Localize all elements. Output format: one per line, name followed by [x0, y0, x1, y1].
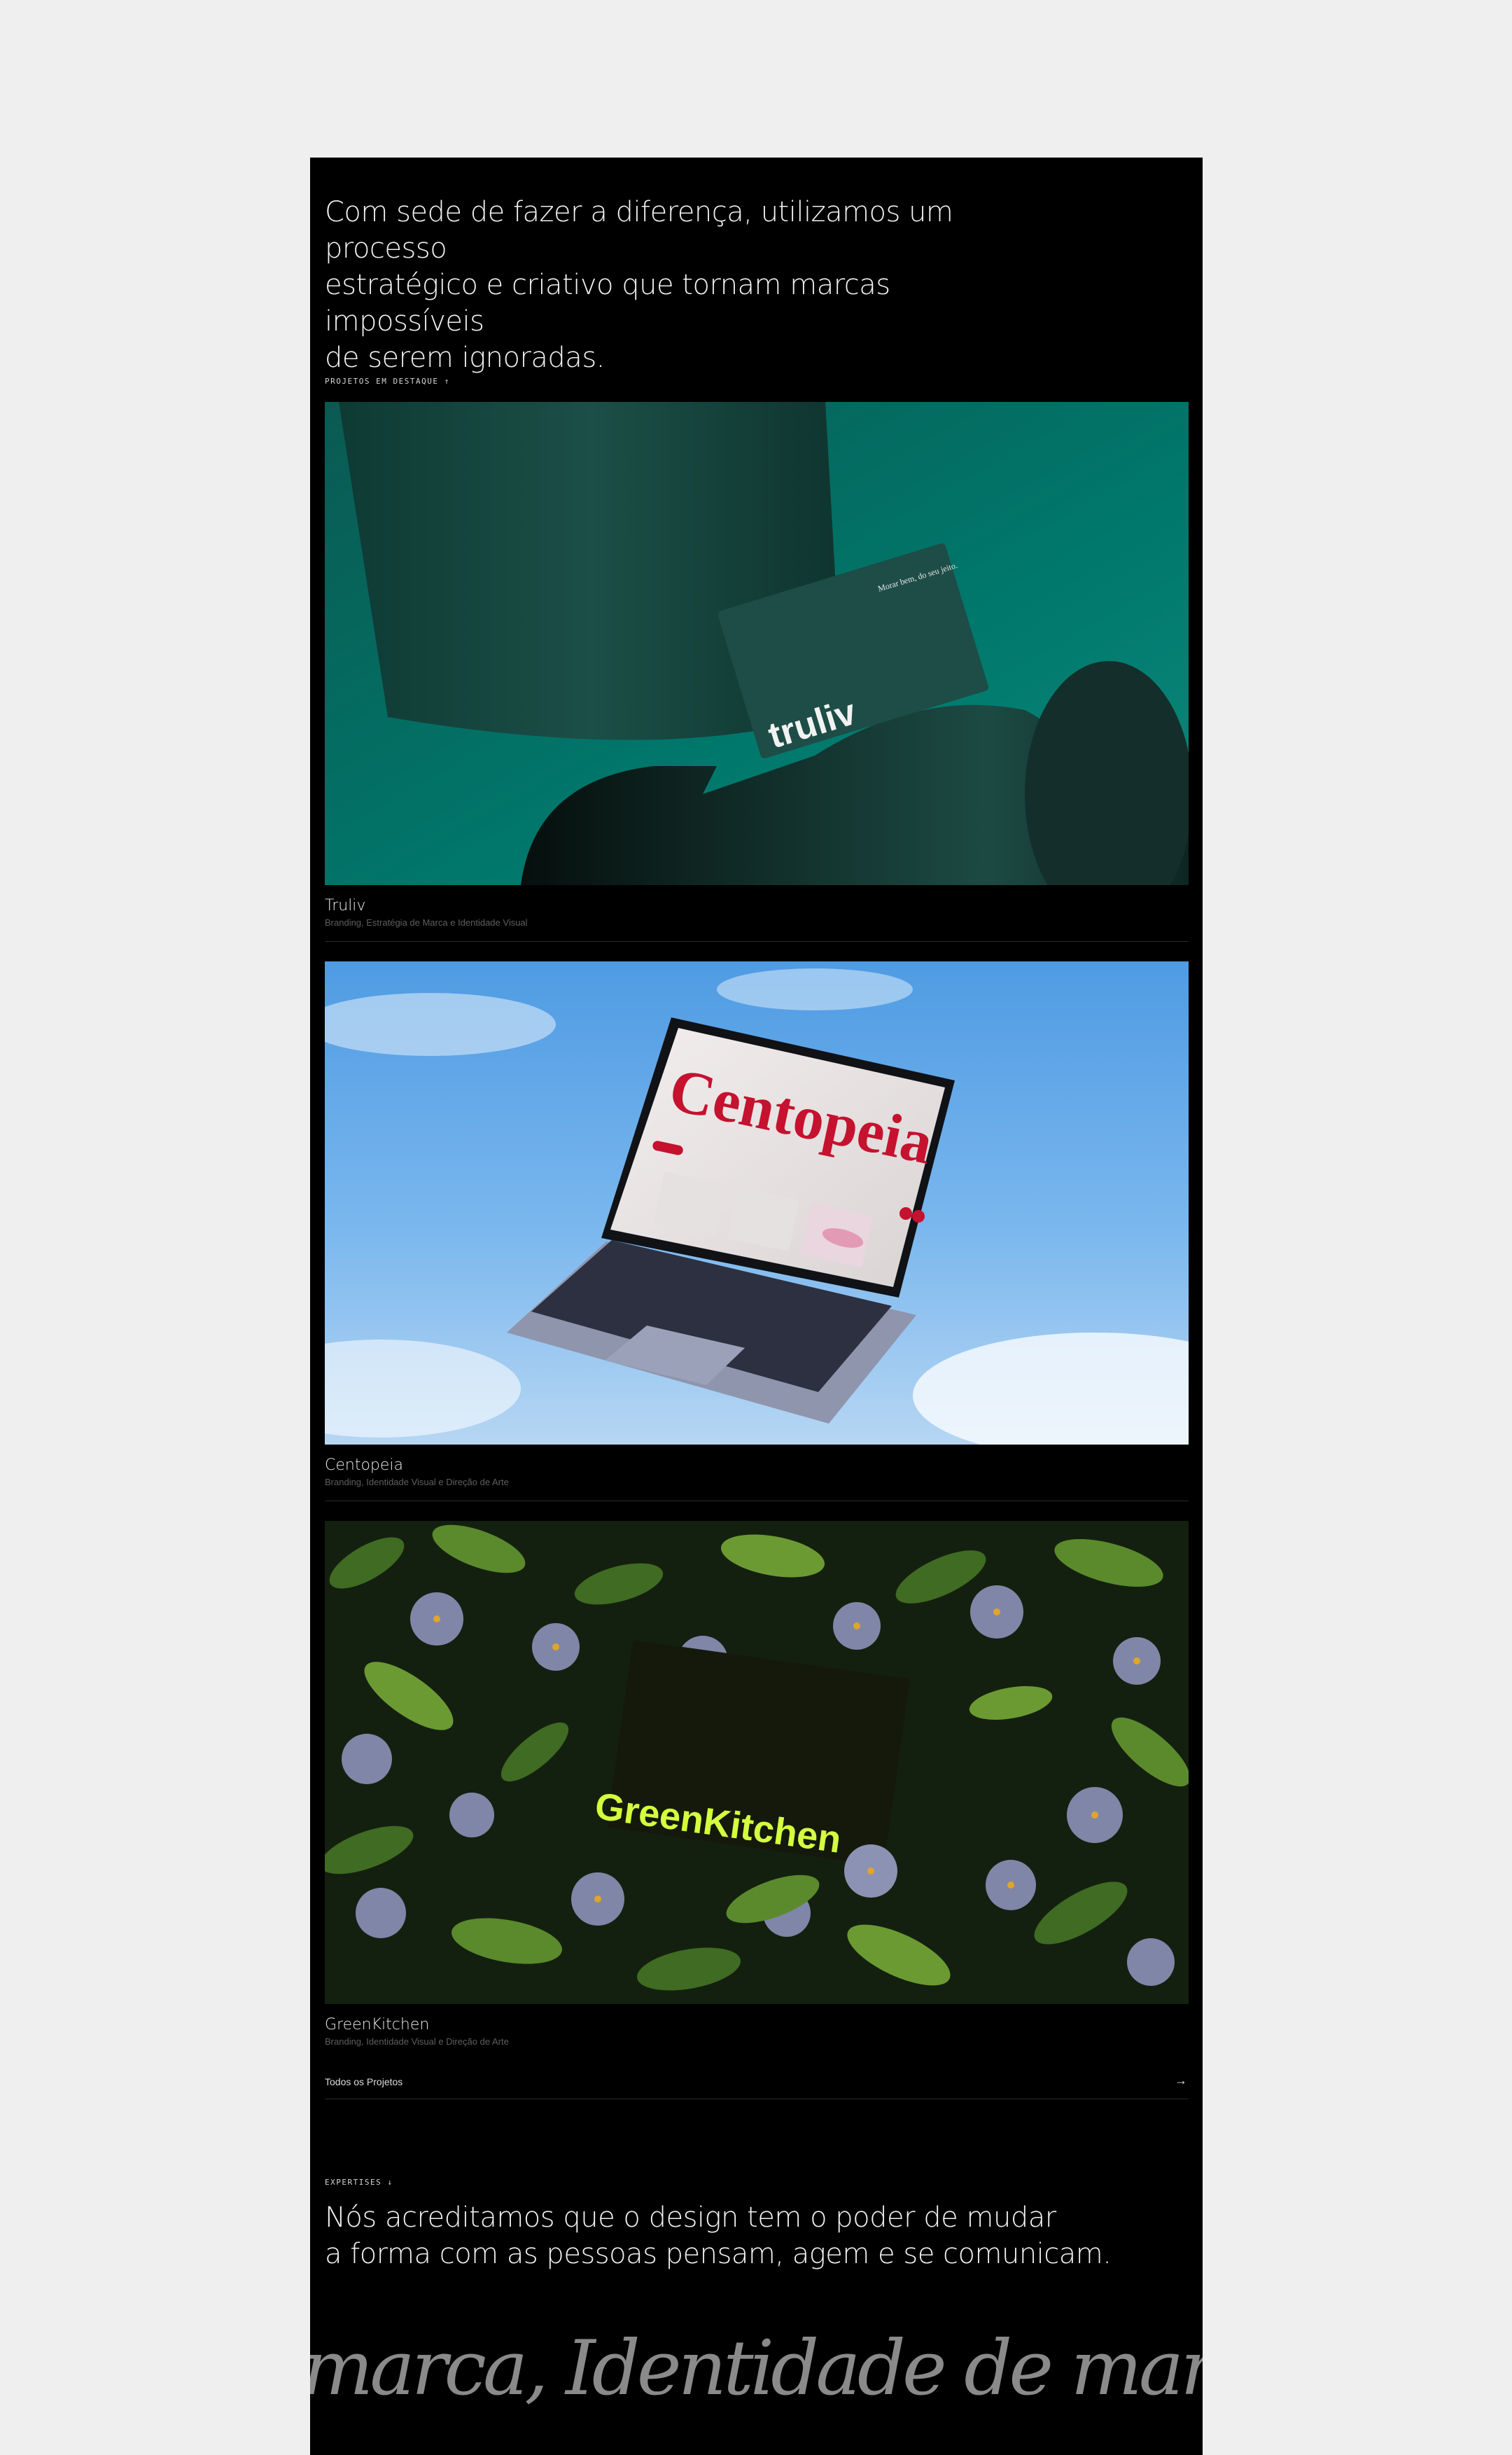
expertises-line: a forma com as pessoas pensam, agem e se… [325, 2238, 1112, 2270]
intro-line: de serem ignoradas. [325, 342, 605, 374]
project-card-truliv[interactable]: truliv Morar bem, do seu jeito. Truliv B… [325, 402, 1189, 942]
project-title[interactable]: Truliv [325, 897, 365, 914]
expertises-label: EXPERTISES ↓ [325, 2178, 393, 2187]
main-panel: Com sede de fazer a diferença, utilizamo… [310, 158, 1203, 2455]
arrow-right-icon: → [1175, 2073, 1187, 2087]
project-card-centopeia[interactable]: Centopeia Centopeia Branding, Identidade… [325, 961, 1189, 1501]
intro-line: Com sede de fazer a diferença, utilizamo… [325, 196, 953, 265]
project-image-greenkitchen[interactable]: GreenKitchen [325, 1521, 1189, 2004]
project-subtitle: Branding, Estratégia de Marca e Identida… [325, 917, 528, 928]
all-projects-link[interactable]: Todos os Projetos → [325, 2073, 1189, 2101]
centopeia-scene: Centopeia [325, 961, 1189, 1445]
intro-statement: Com sede de fazer a diferença, utilizamo… [325, 194, 1025, 376]
expertises-line: Nós acreditamos que o design tem o poder… [325, 2202, 1056, 2234]
expertise-marquee: marca, Identidade de marca, Experiên [310, 2325, 1203, 2412]
truliv-scene: truliv Morar bem, do seu jeito. [325, 402, 1189, 885]
project-card-greenkitchen[interactable]: GreenKitchen GreenKitchen Branding, Iden… [325, 1521, 1189, 2047]
project-subtitle: Branding, Identidade Visual e Direção de… [325, 1477, 509, 1487]
featured-projects-label: PROJETOS EM DESTAQUE ↑ [325, 377, 450, 386]
divider [325, 941, 1189, 942]
project-subtitle: Branding, Identidade Visual e Direção de… [325, 2036, 509, 2047]
greenkitchen-scene: GreenKitchen [325, 1521, 1189, 2004]
project-title[interactable]: Centopeia [325, 1456, 403, 1474]
project-image-truliv[interactable]: truliv Morar bem, do seu jeito. [325, 402, 1189, 885]
all-projects-label: Todos os Projetos [325, 2076, 403, 2087]
project-title[interactable]: GreenKitchen [325, 2016, 429, 2033]
project-image-centopeia[interactable]: Centopeia [325, 961, 1189, 1445]
expertises-statement: Nós acreditamos que o design tem o poder… [325, 2199, 1165, 2272]
intro-line: estratégico e criativo que tornam marcas… [325, 269, 890, 338]
